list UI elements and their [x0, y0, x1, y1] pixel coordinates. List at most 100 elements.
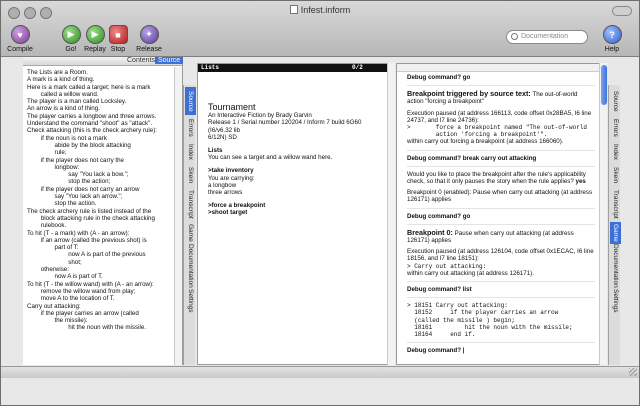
release-icon: ✦ — [139, 25, 159, 44]
debug-text: within carry out attacking (at address 1… — [407, 269, 534, 277]
source-tab[interactable]: Source — [155, 57, 184, 64]
story-release: Release 1 / Serial number 120204 / Infor… — [208, 119, 362, 134]
game-status-bar: Lists 0/2 — [198, 64, 389, 72]
documentation-search-input[interactable]: Documentation — [506, 30, 588, 44]
source-line: Here is a mark called a target; here is … — [27, 83, 151, 91]
debug-code: > force a breakpoint named "The out-of-w… — [407, 124, 588, 139]
game-text: You are carrying: — [208, 174, 255, 182]
stop-icon: ■ — [108, 25, 128, 44]
debug-command-line: Debug command? | — [407, 347, 465, 355]
source-line: part of T: — [27, 244, 79, 252]
source-line: Check attacking (this is the check arche… — [27, 127, 157, 135]
source-line: now A is part of the previous — [27, 251, 146, 259]
source-line: say "You lack an arrow."; — [27, 193, 123, 201]
right-panel-tab-documentation[interactable]: Documentation — [610, 244, 621, 288]
game-command: >take inventory — [208, 167, 254, 175]
source-line: otherwise: — [27, 266, 69, 274]
source-line: block attacking rule in the check attack… — [27, 214, 155, 222]
debug-pane-header — [397, 64, 600, 72]
left-panel-tab-errors[interactable]: Errors — [185, 116, 196, 140]
source-line: The player carries a longbow and three a… — [27, 112, 157, 120]
source-line: Carry out attacking: — [27, 302, 81, 310]
source-line: remove the willow wand from play; — [27, 287, 136, 295]
source-line: hit the noun with the missile. — [27, 324, 146, 332]
right-panel-tab-errors[interactable]: Errors — [610, 116, 621, 140]
left-panel-tabs: Source Errors Index Skein Transcript Game Docu… — [183, 85, 196, 365]
left-panel-tab-game[interactable]: Game — [185, 222, 196, 244]
debug-command-line: Debug command? go — [407, 212, 471, 220]
source-line: longbow: — [27, 163, 80, 171]
left-panel-tab-documentation[interactable]: Documentation — [185, 244, 196, 288]
title-bar: Infest.inform ♥ Compile ▶ Go! ▶ Replay ■… — [1, 1, 639, 57]
source-line: called a willow wand. — [27, 90, 99, 98]
source-text-editor[interactable]: The Lists are a Room. A mark is a kind of… — [27, 69, 177, 332]
right-panel-tab-source[interactable]: Source — [610, 87, 621, 115]
debug-scroll-thumb[interactable] — [601, 65, 607, 105]
right-panel-tab-index[interactable]: Index — [610, 141, 621, 163]
debug-code: > 18151 Carry out attacking: 18152 if th… — [407, 302, 573, 339]
window-title: Infest.inform — [1, 5, 639, 15]
source-line: The Lists are a Room. — [27, 69, 88, 76]
debug-text: Would you like to place the breakpoint a… — [407, 170, 586, 186]
contents-tab[interactable]: Contents — [127, 57, 155, 64]
game-scrollbar[interactable] — [387, 63, 395, 365]
right-panel-tab-settings[interactable]: Settings — [610, 288, 621, 314]
source-pane: Contents Source The Lists are a Room. A m… — [23, 57, 184, 365]
right-panel-tab-transcript[interactable]: Transcript — [610, 187, 621, 221]
game-text: a longbow — [208, 181, 237, 189]
stop-button[interactable]: ■ Stop — [101, 25, 135, 53]
right-panel-tabs: Source Errors Index Skein Transcript Game Docu… — [608, 85, 621, 365]
debug-command-line: Debug command? go — [407, 74, 471, 81]
game-pane: Lists 0/2 Tournament An Interactive Fict… — [197, 63, 390, 365]
source-line: rule; — [27, 149, 67, 157]
source-line: abide by the block attacking — [27, 141, 131, 149]
game-output: Tournament An Interactive Fiction by Bra… — [208, 102, 386, 217]
debug-text: Breakpoint 0 (enabled): Pause when carry… — [407, 189, 593, 204]
source-pane-header: Contents Source — [23, 57, 184, 66]
room-name: Lists — [208, 147, 223, 155]
source-line: stop the action; — [27, 178, 111, 186]
debug-heading: Breakpoint triggered by source text: — [407, 89, 531, 99]
left-panel-tab-index[interactable]: Index — [185, 141, 196, 163]
source-line: rulebook. — [27, 222, 67, 230]
help-button[interactable]: ? Help — [595, 25, 629, 53]
source-line: if the noun is not a mark — [27, 134, 107, 142]
toolbar-toggle-button[interactable] — [612, 6, 632, 16]
debug-heading: Breakpoint 0: — [407, 227, 453, 237]
left-panel-tab-transcript[interactable]: Transcript — [185, 187, 196, 221]
debug-pane: Debug command? go Breakpoint triggered b… — [396, 63, 601, 365]
source-line: A mark is a kind of thing. — [27, 76, 95, 84]
compile-button[interactable]: ♥ Compile — [3, 25, 37, 53]
story-title: Tournament — [208, 102, 256, 112]
story-byline: An Interactive Fiction by Brady Garvin — [208, 112, 312, 120]
compile-icon: ♥ — [10, 25, 30, 44]
source-line: if the player carries an arrow (called — [27, 309, 139, 317]
right-panel-tab-skein[interactable]: Skein — [610, 164, 621, 186]
source-line: the missile): — [27, 317, 88, 325]
debug-code: > Carry out attacking: — [407, 262, 487, 270]
source-line: move A to the location of T. — [27, 295, 115, 303]
help-icon: ? — [602, 25, 622, 44]
debug-scrollbar[interactable] — [599, 63, 607, 365]
release-button[interactable]: ✦ Release — [132, 25, 166, 53]
left-panel-tab-source[interactable]: Source — [185, 87, 196, 115]
app-window: Infest.inform ♥ Compile ▶ Go! ▶ Replay ■… — [0, 0, 640, 406]
source-scrollbar[interactable] — [174, 67, 182, 365]
room-description: You can see a target and a willow wand h… — [208, 154, 333, 162]
source-line: The player is a man called Locksley. — [27, 98, 127, 106]
game-text: three arrows — [208, 189, 243, 197]
left-panel-tab-settings[interactable]: Settings — [185, 288, 196, 314]
resize-grip[interactable] — [629, 368, 637, 376]
debug-text: Execution paused (at address 166113, cod… — [407, 109, 592, 124]
story-release-2: 6/12N) SD — [208, 133, 237, 141]
source-line: An arrow is a kind of thing. — [27, 105, 100, 113]
source-line: Understand the command "shoot" as "attac… — [27, 120, 153, 128]
left-panel-tab-skein[interactable]: Skein — [185, 164, 196, 186]
source-line: if the player does not carry an arrow — [27, 185, 140, 193]
search-icon — [511, 33, 518, 40]
right-panel-tab-game[interactable]: Game — [610, 222, 621, 244]
document-icon — [289, 5, 298, 14]
source-line: The check archery rule is listed instead… — [27, 207, 152, 215]
debug-text: Execution paused (at address 126104, cod… — [407, 248, 594, 263]
debug-transcript[interactable]: Debug command? go Breakpoint triggered b… — [407, 74, 595, 354]
